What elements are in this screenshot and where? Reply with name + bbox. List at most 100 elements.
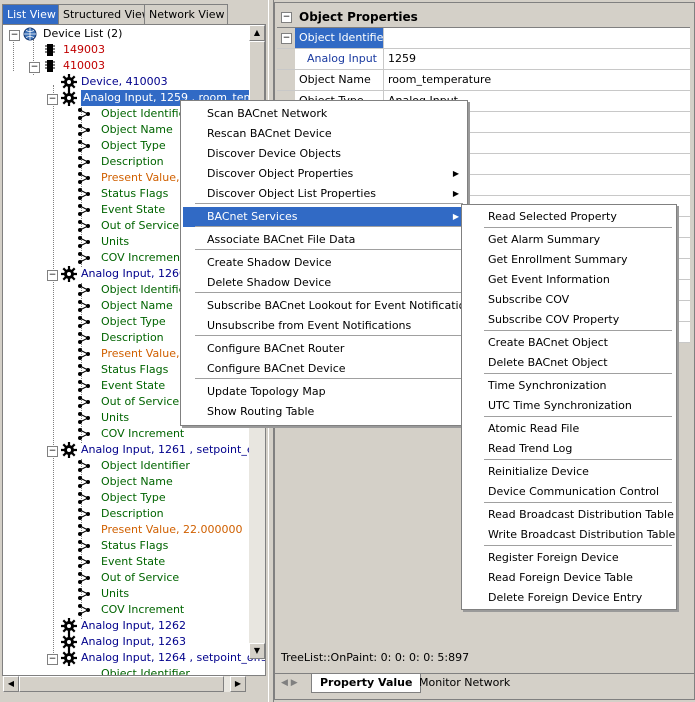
tree-property-item[interactable]: Object Type bbox=[101, 314, 166, 330]
tree-property-item[interactable]: Object Type bbox=[101, 138, 166, 154]
tree-analog-input-1261[interactable]: Analog Input, 1261 , setpoint_effe bbox=[81, 442, 265, 458]
tree-property-item[interactable]: Present Value, 22.000000 bbox=[101, 522, 242, 538]
tree-property-item[interactable]: Object Name bbox=[101, 298, 173, 314]
tree-device-149003[interactable]: 149003 bbox=[63, 42, 105, 58]
collapse-toggle[interactable]: − bbox=[281, 12, 292, 23]
menu-item-update-topology-map[interactable]: Update Topology Map bbox=[183, 382, 465, 402]
collapse-toggle[interactable]: − bbox=[47, 94, 58, 105]
tree-property-item[interactable]: Object Identifier bbox=[101, 666, 190, 675]
services-menu-item[interactable]: Create BACnet Object bbox=[464, 333, 674, 353]
scroll-down-arrow-icon[interactable]: ▼ bbox=[249, 643, 265, 659]
services-menu-item[interactable]: UTC Time Synchronization bbox=[464, 396, 674, 416]
menu-item-bacnet-services[interactable]: BACnet Services ▶ bbox=[183, 207, 465, 227]
property-value[interactable] bbox=[383, 28, 690, 48]
property-row[interactable]: Analog Input 1259 bbox=[277, 49, 690, 70]
menu-item-discover-object-properties[interactable]: Discover Object Properties ▶ bbox=[183, 164, 465, 184]
tree-property-item[interactable]: Description bbox=[101, 506, 164, 522]
tree-property-item[interactable]: COV Increment bbox=[101, 602, 184, 618]
tree-property-item[interactable]: Object Identifier bbox=[101, 282, 190, 298]
tree-property-item[interactable]: Units bbox=[101, 410, 129, 426]
tree-property-item[interactable]: Units bbox=[101, 234, 129, 250]
tab-monitor-network[interactable]: Monitor Network bbox=[413, 674, 516, 692]
tab-network-view[interactable]: Network View bbox=[144, 4, 228, 24]
tab-list-view[interactable]: List View bbox=[2, 4, 62, 24]
tree-property-item[interactable]: Out of Service bbox=[101, 218, 179, 234]
services-menu-item[interactable]: Get Enrollment Summary bbox=[464, 250, 674, 270]
services-menu-item[interactable]: Register Foreign Device bbox=[464, 548, 674, 568]
services-menu-item[interactable]: Subscribe COV bbox=[464, 290, 674, 310]
tree-property-item[interactable]: Units bbox=[101, 586, 129, 602]
tab-scroll-arrows-icon[interactable]: ◀ ▶ bbox=[281, 678, 298, 688]
tab-property-value[interactable]: Property Value bbox=[311, 674, 422, 693]
tree-property-item[interactable]: Status Flags bbox=[101, 362, 168, 378]
services-menu-item[interactable]: Read Broadcast Distribution Table bbox=[464, 505, 674, 525]
tree-horizontal-scrollbar[interactable]: ◀ ▶ bbox=[3, 676, 246, 692]
services-menu-item[interactable]: Time Synchronization bbox=[464, 376, 674, 396]
services-menu-item[interactable]: Reinitialize Device bbox=[464, 462, 674, 482]
tree-property-item[interactable]: Object Identifier bbox=[101, 458, 190, 474]
services-menu-item[interactable]: Read Trend Log bbox=[464, 439, 674, 459]
tree-property-item[interactable]: Object Type bbox=[101, 490, 166, 506]
tree-property-item[interactable]: Object Name bbox=[101, 474, 173, 490]
menu-item-configure-device[interactable]: Configure BACnet Device bbox=[183, 359, 465, 379]
tree-property-item[interactable]: Event State bbox=[101, 554, 165, 570]
property-row[interactable]: Object Name room_temperature bbox=[277, 70, 690, 91]
tree-device-node[interactable]: Device, 410003 bbox=[81, 74, 168, 90]
tree-property-item[interactable]: Status Flags bbox=[101, 186, 168, 202]
scroll-right-arrow-icon[interactable]: ▶ bbox=[230, 676, 246, 692]
tree-analog-input-1263[interactable]: Analog Input, 1263 bbox=[81, 634, 186, 650]
services-menu-item[interactable]: Atomic Read File bbox=[464, 419, 674, 439]
property-value[interactable]: 1259 bbox=[383, 49, 690, 69]
menu-item-unsubscribe-event-notifications[interactable]: Unsubscribe from Event Notifications bbox=[183, 316, 465, 336]
tree-property-item[interactable]: Event State bbox=[101, 202, 165, 218]
menu-item-subscribe-lookout[interactable]: Subscribe BACnet Lookout for Event Notif… bbox=[183, 296, 478, 316]
services-menu-item[interactable]: Get Alarm Summary bbox=[464, 230, 674, 250]
tab-structured-view[interactable]: Structured View bbox=[58, 4, 151, 24]
collapse-toggle[interactable]: − bbox=[9, 30, 20, 41]
menu-item-create-shadow-device[interactable]: Create Shadow Device bbox=[183, 253, 465, 273]
tree-analog-input-1262[interactable]: Analog Input, 1262 bbox=[81, 618, 186, 634]
menu-item-discover-device-objects[interactable]: Discover Device Objects bbox=[183, 144, 465, 164]
collapse-toggle[interactable]: − bbox=[29, 62, 40, 73]
collapse-toggle[interactable]: − bbox=[47, 446, 58, 457]
tree-property-item[interactable]: COV Increment bbox=[101, 426, 184, 442]
scroll-left-arrow-icon[interactable]: ◀ bbox=[3, 676, 19, 692]
tree-property-item[interactable]: Event State bbox=[101, 378, 165, 394]
tree-root-label[interactable]: Device List (2) bbox=[43, 26, 122, 42]
services-menu-item[interactable]: Delete BACnet Object bbox=[464, 353, 674, 373]
tree-property-item[interactable]: Description bbox=[101, 154, 164, 170]
scroll-thumb[interactable] bbox=[19, 676, 224, 692]
tree-property-item[interactable]: Out of Service bbox=[101, 394, 179, 410]
services-menu-item[interactable]: Read Selected Property bbox=[464, 207, 674, 227]
tree-property-item[interactable]: Object Identifier bbox=[101, 106, 190, 122]
property-label[interactable]: Analog Input bbox=[295, 49, 383, 69]
services-menu-item[interactable]: Get Event Information bbox=[464, 270, 674, 290]
tree-property-item[interactable]: Present Value, 0 bbox=[101, 346, 190, 362]
menu-item-show-routing-table[interactable]: Show Routing Table bbox=[183, 402, 465, 422]
tree-property-item[interactable]: Description bbox=[101, 330, 164, 346]
menu-item-discover-object-list-properties[interactable]: Discover Object List Properties ▶ bbox=[183, 184, 465, 204]
tree-analog-input-1260[interactable]: Analog Input, 1260 , bbox=[81, 266, 193, 282]
services-menu-item[interactable]: Subscribe COV Property bbox=[464, 310, 674, 330]
collapse-toggle[interactable]: − bbox=[47, 270, 58, 281]
property-row[interactable]: − Object Identifier bbox=[277, 28, 690, 49]
property-label[interactable]: Object Identifier bbox=[295, 28, 383, 48]
tree-analog-input-1264[interactable]: Analog Input, 1264 , setpoint_offs bbox=[81, 650, 265, 666]
scroll-up-arrow-icon[interactable]: ▲ bbox=[249, 25, 265, 41]
tree-property-item[interactable]: Object Name bbox=[101, 122, 173, 138]
tree-device-410003[interactable]: 410003 bbox=[63, 58, 105, 74]
menu-item-configure-router[interactable]: Configure BACnet Router bbox=[183, 339, 465, 359]
menu-item-scan-network[interactable]: Scan BACnet Network bbox=[183, 104, 465, 124]
tree-property-item[interactable]: COV Increment bbox=[101, 250, 184, 266]
collapse-toggle[interactable]: − bbox=[47, 654, 58, 665]
services-menu-item[interactable]: Device Communication Control bbox=[464, 482, 674, 502]
property-value[interactable]: room_temperature bbox=[383, 70, 690, 90]
menu-item-delete-shadow-device[interactable]: Delete Shadow Device bbox=[183, 273, 465, 293]
tree-property-item[interactable]: Out of Service bbox=[101, 570, 179, 586]
menu-item-rescan-device[interactable]: Rescan BACnet Device bbox=[183, 124, 465, 144]
services-menu-item[interactable]: Write Broadcast Distribution Table bbox=[464, 525, 675, 545]
property-label[interactable]: Object Name bbox=[295, 70, 383, 90]
menu-item-associate-file-data[interactable]: Associate BACnet File Data bbox=[183, 230, 465, 250]
collapse-toggle[interactable]: − bbox=[281, 33, 292, 44]
services-menu-item[interactable]: Delete Foreign Device Entry bbox=[464, 588, 674, 608]
